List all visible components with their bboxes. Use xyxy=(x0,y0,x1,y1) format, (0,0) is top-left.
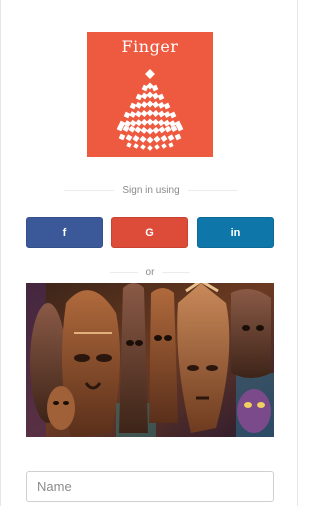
divider-line xyxy=(110,271,138,273)
divider-line xyxy=(64,189,115,191)
facebook-signin-button[interactable]: f xyxy=(26,217,103,248)
google-icon: G xyxy=(145,226,154,239)
linkedin-icon: in xyxy=(230,226,241,239)
lotus-diamond-pattern-icon xyxy=(116,69,184,151)
signin-label: Sign in using xyxy=(122,184,180,196)
name-input[interactable] xyxy=(26,471,274,502)
google-signin-button[interactable]: G xyxy=(111,217,188,248)
or-divider: or xyxy=(110,265,190,279)
signin-divider: Sign in using xyxy=(64,183,239,197)
or-label: or xyxy=(145,266,155,278)
facebook-icon: f xyxy=(62,226,67,239)
african-masks-image xyxy=(26,283,274,437)
masks-illustration xyxy=(26,283,274,437)
divider-line xyxy=(162,271,190,273)
divider-line xyxy=(187,189,239,191)
linkedin-signin-button[interactable]: in xyxy=(197,217,274,248)
finger-logo: Finger xyxy=(87,32,213,157)
